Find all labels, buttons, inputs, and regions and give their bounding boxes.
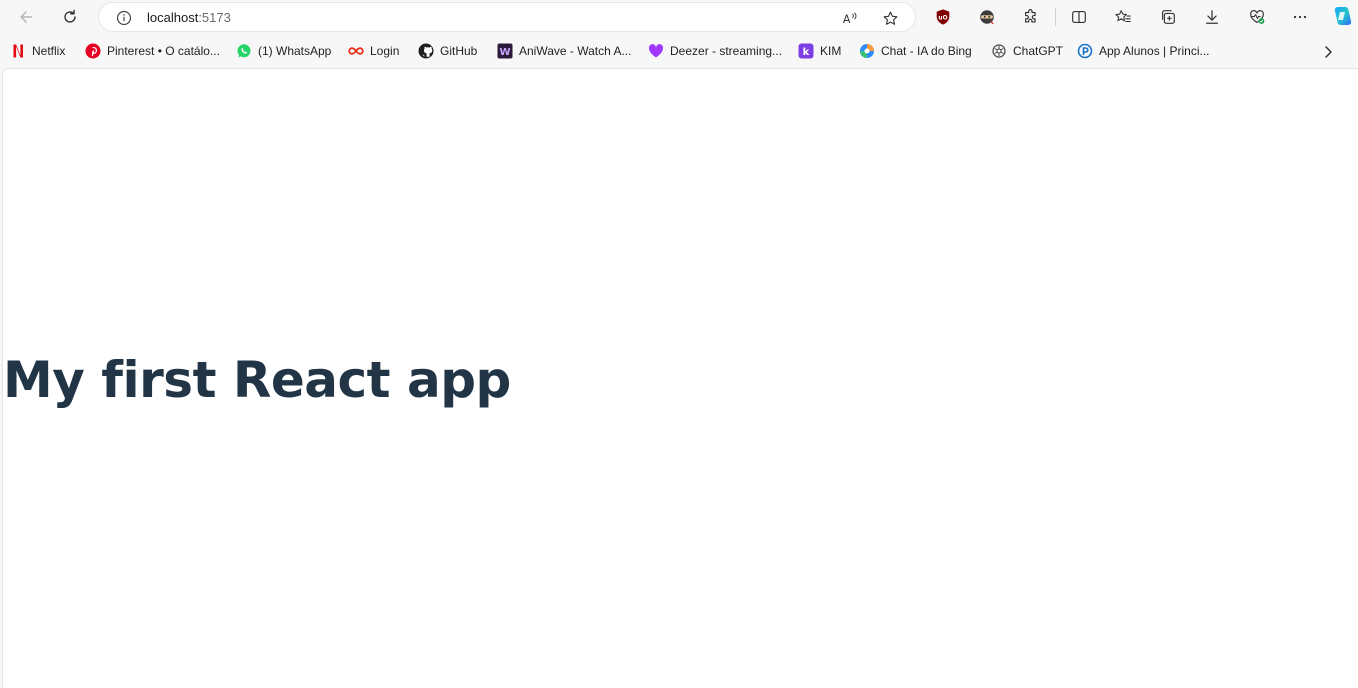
more-icon[interactable] xyxy=(1288,5,1312,29)
bookmark-label: Login xyxy=(370,44,400,58)
bookmark-label: GitHub xyxy=(440,44,478,58)
svg-text:A: A xyxy=(842,12,850,25)
bookmark-label: KIM xyxy=(820,44,842,58)
bookmark-label: Chat - IA do Bing xyxy=(881,44,972,58)
url-port: :5173 xyxy=(198,10,231,25)
chevron-right-icon[interactable] xyxy=(1319,43,1337,61)
login-infinity-icon xyxy=(348,43,364,59)
read-aloud-icon[interactable]: A xyxy=(840,8,860,28)
svg-text:W: W xyxy=(499,47,510,58)
refresh-icon[interactable] xyxy=(57,4,83,30)
app-alunos-icon xyxy=(1077,43,1093,59)
bookmark-label: Netflix xyxy=(32,44,66,58)
url-text[interactable]: localhost:5173 xyxy=(147,10,231,25)
bookmark-app-alunos[interactable]: App Alunos | Princi... xyxy=(1077,40,1210,62)
split-screen-icon[interactable] xyxy=(1067,5,1091,29)
github-icon xyxy=(418,43,434,59)
deezer-heart-icon xyxy=(648,43,664,59)
browser-toolbar: localhost:5173 A uO xyxy=(0,0,1358,34)
copilot-icon[interactable] xyxy=(1329,3,1355,29)
bookmark-label: App Alunos | Princi... xyxy=(1099,44,1210,58)
bookmark-label: Pinterest • O catálo... xyxy=(107,44,220,58)
bookmark-whatsapp[interactable]: (1) WhatsApp xyxy=(236,40,331,62)
aniwave-icon: W xyxy=(497,43,513,59)
bing-chat-icon xyxy=(859,43,875,59)
bookmark-label: AniWave - Watch A... xyxy=(519,44,632,58)
bookmark-chatgpt[interactable]: ChatGPT xyxy=(991,40,1063,62)
download-icon[interactable] xyxy=(1200,5,1224,29)
bookmark-label: Deezer - streaming... xyxy=(670,44,783,58)
bookmark-pinterest[interactable]: Pinterest • O catálo... xyxy=(85,40,220,62)
collections-icon[interactable] xyxy=(1156,5,1180,29)
browser-window: localhost:5173 A uO Netflix Pinterest • … xyxy=(0,0,1358,688)
bookmark-kim[interactable]: k KIM xyxy=(798,40,841,62)
info-icon[interactable] xyxy=(115,9,133,27)
heart-pulse-icon[interactable] xyxy=(1245,5,1269,29)
bookmark-label: ChatGPT xyxy=(1013,44,1064,58)
bookmark-aniwave[interactable]: W AniWave - Watch A... xyxy=(497,40,631,62)
netflix-icon xyxy=(10,43,26,59)
toolbar-divider xyxy=(1055,8,1056,26)
chatgpt-icon xyxy=(991,43,1007,59)
bookmark-label: (1) WhatsApp xyxy=(258,44,332,58)
star-icon[interactable] xyxy=(880,8,900,28)
whatsapp-icon xyxy=(236,43,252,59)
back-arrow-icon[interactable] xyxy=(13,4,39,30)
address-bar[interactable]: localhost:5173 A xyxy=(98,2,916,32)
url-host: localhost xyxy=(147,10,199,25)
page-viewport: My first React app xyxy=(2,68,1358,688)
pinterest-icon xyxy=(85,43,101,59)
bookmark-login[interactable]: Login xyxy=(348,40,399,62)
kim-icon: k xyxy=(798,43,814,59)
ublock-icon[interactable]: uO xyxy=(931,5,955,29)
bookmark-netflix[interactable]: Netflix xyxy=(10,40,65,62)
bookmarks-bar: Netflix Pinterest • O catálo... (1) What… xyxy=(0,38,1358,64)
svg-text:k: k xyxy=(803,47,810,58)
bookmark-github[interactable]: GitHub xyxy=(418,40,477,62)
puzzle-icon[interactable] xyxy=(1019,5,1043,29)
page-title: My first React app xyxy=(3,351,511,409)
ninja-extension-icon[interactable] xyxy=(975,5,999,29)
bookmark-bing-chat[interactable]: Chat - IA do Bing xyxy=(859,40,972,62)
bookmark-deezer[interactable]: Deezer - streaming... xyxy=(648,40,782,62)
favorites-icon[interactable] xyxy=(1111,5,1135,29)
svg-text:uO: uO xyxy=(938,15,947,21)
